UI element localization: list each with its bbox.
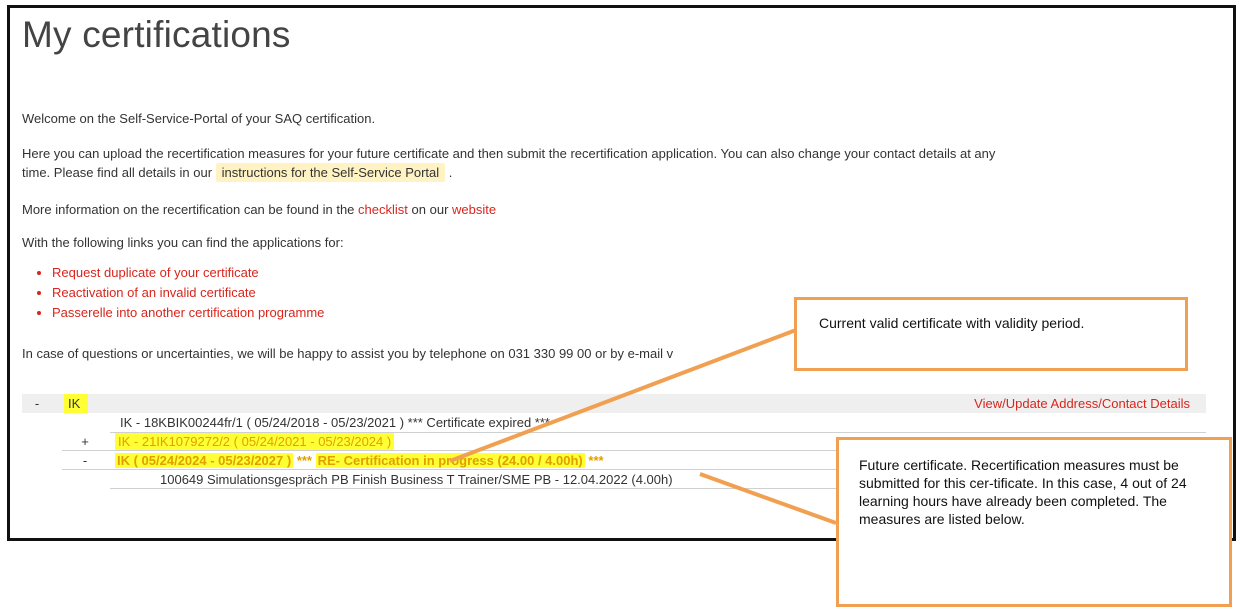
arrow-future [699, 472, 837, 525]
callout-future-certificate: Future certificate. Recertification meas… [836, 437, 1232, 607]
callout-current-certificate: Current valid certificate with validity … [794, 297, 1188, 371]
arrow-current [449, 328, 797, 463]
callout-future-text: Future certificate. Recertification meas… [859, 457, 1187, 527]
callout-current-text: Current valid certificate with validity … [819, 315, 1085, 331]
